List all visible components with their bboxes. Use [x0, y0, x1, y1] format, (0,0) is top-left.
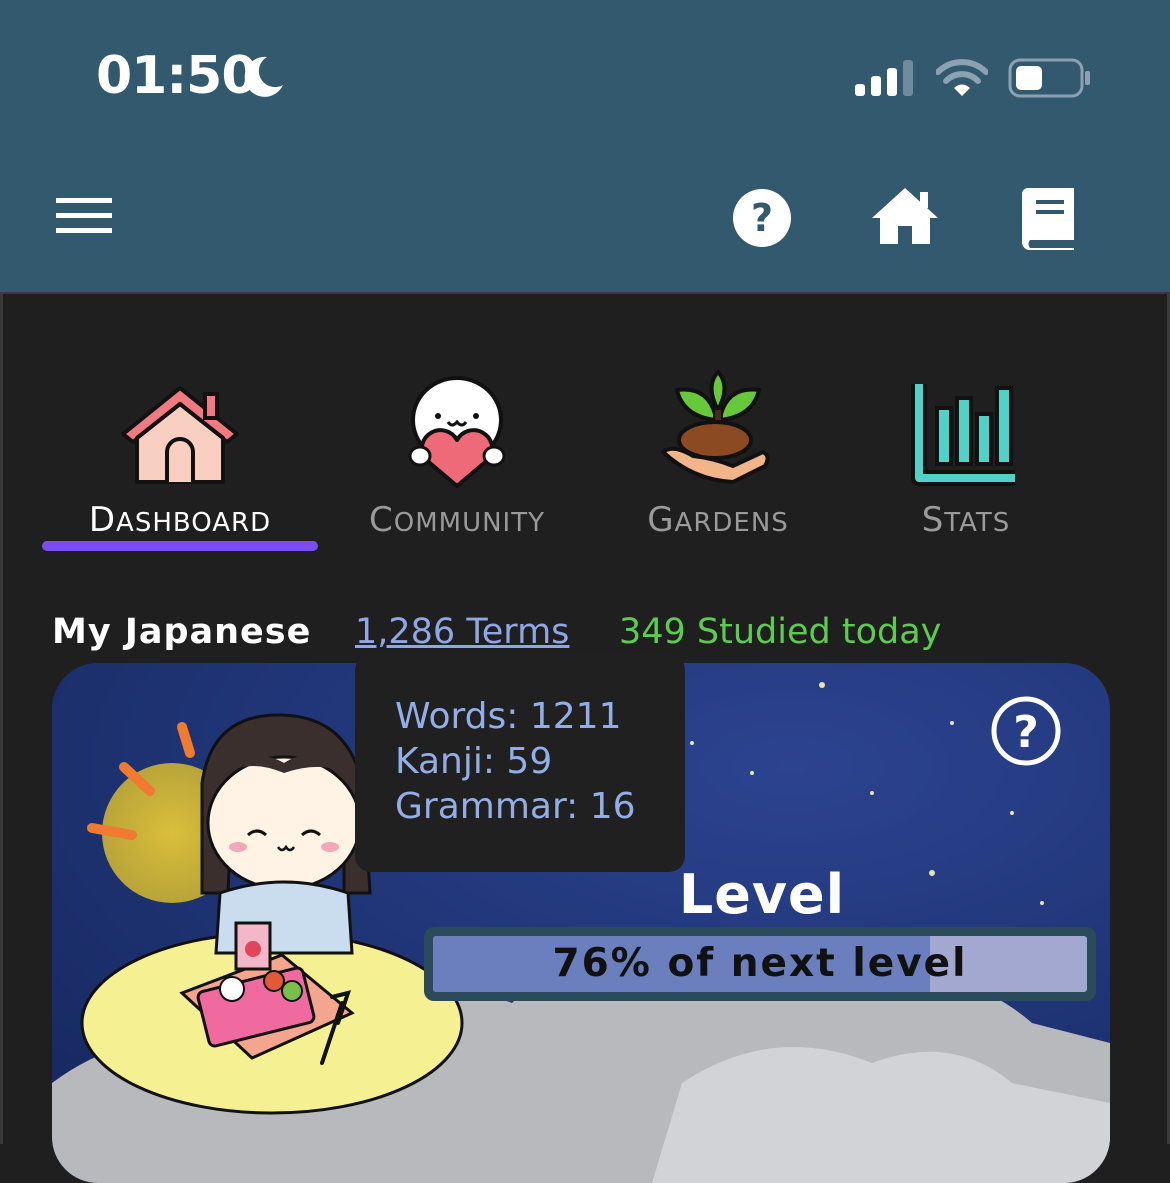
app-bar: ? [0, 150, 1170, 292]
tab-dashboard[interactable]: DASHBOARD [50, 370, 310, 540]
house-icon [121, 386, 239, 484]
bar-chart-icon [911, 384, 1015, 486]
terms-tooltip: Words: 1211 Kanji: 59 Grammar: 16 [355, 654, 685, 872]
level-progress-track: 76% of next level [433, 936, 1087, 992]
moon-icon [244, 56, 283, 97]
signal-icon [855, 60, 913, 96]
heart-mascot-icon [408, 376, 506, 488]
tooltip-grammar: Grammar: 16 [395, 786, 636, 827]
tooltip-kanji: Kanji: 59 [395, 741, 553, 782]
menu-icon[interactable] [56, 198, 112, 234]
svg-text:?: ? [751, 196, 773, 240]
language-title: My Japanese [52, 612, 312, 652]
sprout-icon [661, 370, 770, 484]
tab-dashboard-label: DASHBOARD [88, 500, 272, 540]
level-progress-label: 76% of next level [552, 941, 968, 986]
home-icon[interactable] [870, 186, 940, 246]
tab-community[interactable]: COMMUNITY [327, 370, 587, 540]
help-icon[interactable]: ? [732, 188, 792, 248]
book-icon[interactable] [1020, 186, 1076, 250]
svg-text:?: ? [1013, 707, 1039, 758]
tab-stats-label: STATS [921, 500, 1011, 540]
tooltip-words: Words: 1211 [395, 696, 622, 737]
tab-community-label: COMMUNITY [369, 500, 545, 540]
tab-gardens-label: GARDENS [647, 500, 789, 540]
battery-icon [1008, 58, 1090, 98]
active-tab-indicator [42, 541, 318, 551]
level-progress-bar: 76% of next level [424, 927, 1096, 1001]
status-time: 01:50 [96, 46, 258, 106]
studied-today: 349 Studied today [619, 612, 942, 652]
help-circle-icon[interactable]: ? [990, 695, 1062, 767]
wifi-icon [936, 59, 988, 96]
tab-gardens[interactable]: GARDENS [588, 370, 848, 540]
status-bar: 01:50 [0, 0, 1170, 150]
tab-stats[interactable]: STATS [836, 370, 1096, 540]
terms-link[interactable]: 1,286 Terms [355, 612, 569, 652]
